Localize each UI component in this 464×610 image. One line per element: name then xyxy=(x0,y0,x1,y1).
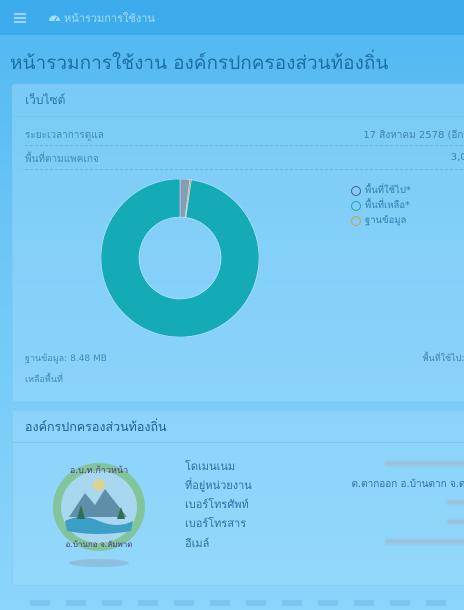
hamburger-icon[interactable] xyxy=(14,12,26,23)
donut-slice-2[interactable] xyxy=(101,179,259,337)
legend-swatch-database xyxy=(351,215,361,226)
organization-logo: อ.บ.ท.ก้าวหน้า อ.บ้านกอ จ.ลัมพาด xyxy=(53,463,145,567)
domain-label: โดเมนเนม xyxy=(185,460,236,473)
legend-swatch-used xyxy=(351,185,361,196)
legend-item-used[interactable]: พื้นที่ใช้ไป* xyxy=(351,183,411,198)
fax-label: เบอร์โทรสาร xyxy=(185,517,247,530)
legend-label-database: ฐานข้อมูล xyxy=(365,215,407,226)
chart-legend: พื้นที่ใช้ไป* พื้นที่เหลือ* ฐานข้อมูล xyxy=(351,183,411,228)
maintenance-period-value: 17 สิงหาคม 2578 (อีก 5 xyxy=(363,130,464,141)
legend-swatch-remaining xyxy=(351,200,361,211)
top-navbar: หน้ารวมการใช้งาน xyxy=(0,0,464,36)
email-value xyxy=(385,536,464,547)
phone-label: เบอร์โทรศัพท์ xyxy=(185,498,249,511)
organization-card-title: องค์กรปกครองส่วนท้องถิ่น xyxy=(13,411,464,443)
website-card: เว็บไซต์ ระยะเวลาการดูแล 17 สิงหาคม 2578… xyxy=(12,84,464,402)
db-size-row: ฐานข้อมูล: 8.48 MB พื้นที่ใช้ไป: 5 xyxy=(25,351,464,365)
maintenance-period-row: ระยะเวลาการดูแล 17 สิงหาคม 2578 (อีก 5 xyxy=(25,128,464,146)
organization-card: องค์กรปกครองส่วนท้องถิ่น อ.บ.ท.ก้าวหน้า … xyxy=(12,410,464,586)
remaining-space-label: เหลือพื้นที่ xyxy=(25,375,63,385)
breadcrumb[interactable]: หน้ารวมการใช้งาน xyxy=(48,9,155,27)
address-value: ต.ตากออก อ.บ้านตาก จ.ตา xyxy=(351,479,464,490)
fax-value xyxy=(447,516,464,527)
page-title: หน้ารวมการใช้งาน องค์กรปกครองส่วนท้องถิ่… xyxy=(10,52,389,74)
legend-label-used: พื้นที่ใช้ไป* xyxy=(365,185,411,196)
package-space-row: พื้นที่ตามแพคเกจ 3,00 xyxy=(25,152,464,170)
dashboard-icon xyxy=(49,15,60,22)
legend-item-remaining[interactable]: พื้นที่เหลือ* xyxy=(351,198,411,213)
domain-value xyxy=(385,458,464,469)
used-space-text: พื้นที่ใช้ไป: 5 xyxy=(422,354,464,364)
package-space-value: 3,00 xyxy=(450,152,464,163)
website-card-title: เว็บไซต์ xyxy=(13,85,464,117)
legend-label-remaining: พื้นที่เหลือ* xyxy=(365,200,410,211)
logo-bottom-text: อ.บ้านกอ จ.ลัมพาด xyxy=(66,540,133,549)
breadcrumb-label: หน้ารวมการใช้งาน xyxy=(64,11,155,25)
address-label: ที่อยู่หน่วยงาน xyxy=(185,479,252,492)
next-section-hint xyxy=(30,600,460,606)
db-size-text: ฐานข้อมูล: 8.48 MB xyxy=(25,354,107,364)
email-label: อีเมล์ xyxy=(185,537,210,550)
package-space-label: พื้นที่ตามแพคเกจ xyxy=(25,154,99,165)
phone-value xyxy=(447,497,464,508)
logo-top-text: อ.บ.ท.ก้าวหน้า xyxy=(70,465,128,476)
maintenance-period-label: ระยะเวลาการดูแล xyxy=(25,130,104,141)
legend-item-database[interactable]: ฐานข้อมูล xyxy=(351,213,411,228)
remaining-space-row: เหลือพื้นที่ 2 xyxy=(25,372,464,386)
storage-donut-chart xyxy=(101,179,259,337)
